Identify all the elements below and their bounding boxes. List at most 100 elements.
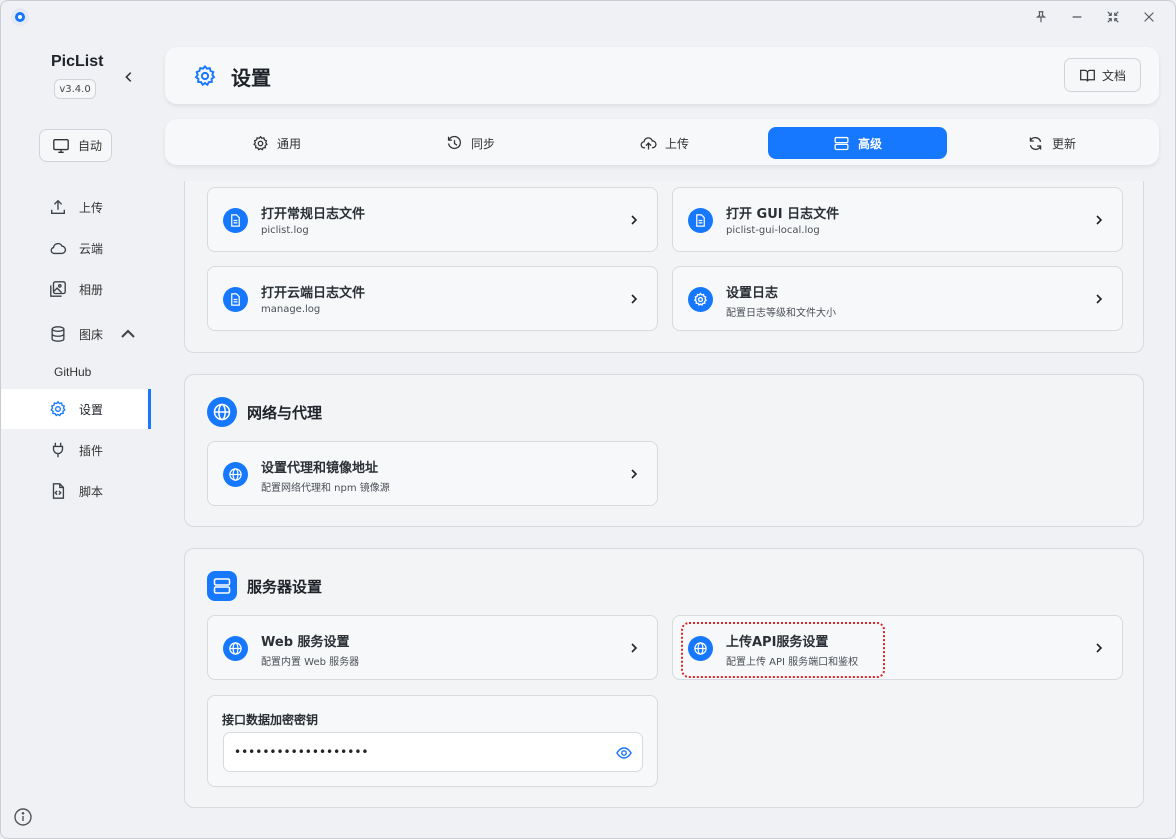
section-title: 网络与代理 [247, 403, 323, 422]
theme-auto-label: 自动 [78, 139, 103, 153]
sidebar-item-label: 脚本 [79, 484, 104, 499]
open-cloud-log-item[interactable]: 打开云端日志文件 manage.log [207, 266, 658, 331]
log-settings-item[interactable]: 设置日志 配置日志等级和文件大小 [672, 266, 1123, 331]
chevron-right-icon [631, 294, 638, 304]
sidebar-item-cloud[interactable]: 云端 [1, 228, 151, 268]
item-subtitle: 配置内置 Web 服务器 [261, 657, 360, 668]
sidebar-item-settings[interactable]: 设置 [1, 389, 151, 429]
upload-icon [51, 199, 65, 214]
version-badge: v3.4.0 [54, 79, 96, 99]
chevron-right-icon [1096, 643, 1103, 653]
open-gui-log-item[interactable]: 打开 GUI 日志文件 piclist-gui-local.log [672, 187, 1123, 252]
tab-label: 通用 [276, 136, 301, 151]
globe-icon [207, 397, 237, 427]
docs-button-label: 文档 [1101, 68, 1126, 83]
sidebar-sub-item-github[interactable]: GitHub [54, 365, 91, 379]
encryption-key-input[interactable]: ••••••••••••••••••• [223, 732, 643, 772]
restore-icon[interactable] [1096, 5, 1130, 29]
close-icon[interactable] [1132, 5, 1166, 29]
tab-upload[interactable]: 上传 [575, 127, 754, 159]
info-icon[interactable] [13, 807, 33, 827]
tab-label: 同步 [470, 136, 495, 151]
gear-icon [50, 400, 66, 417]
docs-button[interactable]: 文档 [1064, 58, 1141, 92]
web-server-item[interactable]: Web 服务设置 配置内置 Web 服务器 [207, 615, 658, 680]
encryption-key-label: 接口数据加密密钥 [222, 713, 319, 727]
tab-sync[interactable]: 同步 [381, 127, 560, 159]
gallery-icon [50, 281, 66, 297]
chevron-right-icon [631, 643, 638, 653]
plug-icon [52, 442, 64, 458]
section-title: 服务器设置 [247, 577, 323, 596]
logs-section: 打开常规日志文件 piclist.log 打开 GUI 日志文件 piclist… [184, 181, 1144, 353]
item-title: 设置日志 [726, 286, 779, 301]
item-subtitle: 配置日志等级和文件大小 [726, 308, 836, 319]
sidebar-item-label: 设置 [79, 402, 104, 417]
open-log-file-item[interactable]: 打开常规日志文件 piclist.log [207, 187, 658, 252]
network-section: 网络与代理 设置代理和镜像地址 配置网络代理和 npm 镜像源 [184, 374, 1144, 527]
sidebar: PicList v3.4.0 自动 上传 云端 相册 图床 GitHub 设置 … [1, 33, 164, 838]
item-title: 上传API服务设置 [726, 635, 829, 650]
sidebar-item-scripts[interactable]: 脚本 [1, 471, 151, 511]
sidebar-item-label: 云端 [79, 241, 104, 256]
book-icon [1080, 69, 1095, 82]
sidebar-item-plugins[interactable]: 插件 [1, 430, 151, 470]
sidebar-item-gallery[interactable]: 相册 [1, 269, 151, 309]
server-section: 服务器设置 Web 服务设置 配置内置 Web 服务器 上传API服务设置 配置… [184, 548, 1144, 808]
theme-auto-button[interactable]: 自动 [39, 129, 112, 162]
history-icon [447, 135, 461, 149]
database-icon [51, 326, 65, 342]
chevron-up-icon [121, 329, 135, 338]
item-title: 打开 GUI 日志文件 [726, 207, 840, 222]
item-title: 打开云端日志文件 [261, 286, 366, 301]
item-title: Web 服务设置 [261, 635, 350, 650]
gear-icon [253, 135, 268, 151]
gear-icon [194, 64, 216, 87]
page-title: 设置 [231, 66, 271, 90]
app-logo-icon [11, 8, 29, 26]
monitor-icon [53, 138, 69, 153]
pin-icon[interactable] [1024, 5, 1058, 29]
tab-label: 更新 [1051, 136, 1076, 151]
document-icon [223, 287, 248, 312]
minimize-icon[interactable] [1060, 5, 1094, 29]
sidebar-item-upload[interactable]: 上传 [1, 187, 151, 227]
item-subtitle: piclist-gui-local.log [726, 225, 820, 236]
tab-label: 高级 [857, 136, 882, 151]
encryption-key-card: 接口数据加密密钥 ••••••••••••••••••• [207, 695, 658, 787]
server-icon [834, 136, 849, 150]
globe-icon [223, 462, 248, 487]
title-bar [1, 1, 1175, 33]
tab-label: 上传 [664, 136, 689, 151]
page-header: 设置 文档 [165, 47, 1159, 104]
tab-general[interactable]: 通用 [187, 127, 366, 159]
item-title: 打开常规日志文件 [261, 207, 366, 222]
chevron-right-icon [631, 215, 638, 225]
sidebar-item-label: 图床 [79, 327, 104, 342]
item-subtitle: manage.log [261, 304, 321, 315]
eye-icon[interactable] [616, 745, 632, 761]
sidebar-item-label: 上传 [79, 200, 104, 215]
proxy-mirror-item[interactable]: 设置代理和镜像地址 配置网络代理和 npm 镜像源 [207, 441, 658, 506]
sidebar-item-label: 插件 [79, 443, 104, 458]
item-subtitle: 配置网络代理和 npm 镜像源 [261, 483, 390, 494]
upload-api-server-item[interactable]: 上传API服务设置 配置上传 API 服务端口和鉴权 [672, 615, 1123, 680]
globe-icon [688, 636, 713, 661]
tab-advanced[interactable]: 高级 [768, 127, 947, 159]
tab-update[interactable]: 更新 [962, 127, 1141, 159]
collapse-sidebar-button[interactable] [119, 67, 139, 87]
settings-content[interactable]: 打开常规日志文件 piclist.log 打开 GUI 日志文件 piclist… [165, 181, 1159, 826]
gear-icon [688, 287, 713, 312]
item-title: 设置代理和镜像地址 [261, 461, 379, 476]
app-window: PicList v3.4.0 自动 上传 云端 相册 图床 GitHub 设置 … [0, 0, 1176, 839]
server-icon [207, 571, 237, 601]
section-header: 服务器设置 [207, 571, 322, 601]
document-icon [223, 208, 248, 233]
item-subtitle: piclist.log [261, 225, 309, 236]
chevron-right-icon [1096, 294, 1103, 304]
sidebar-item-bed[interactable]: 图床 [1, 314, 151, 354]
sidebar-item-label: 相册 [79, 282, 104, 297]
app-name: PicList [51, 53, 104, 70]
refresh-icon [1029, 136, 1042, 150]
script-icon [52, 483, 65, 499]
